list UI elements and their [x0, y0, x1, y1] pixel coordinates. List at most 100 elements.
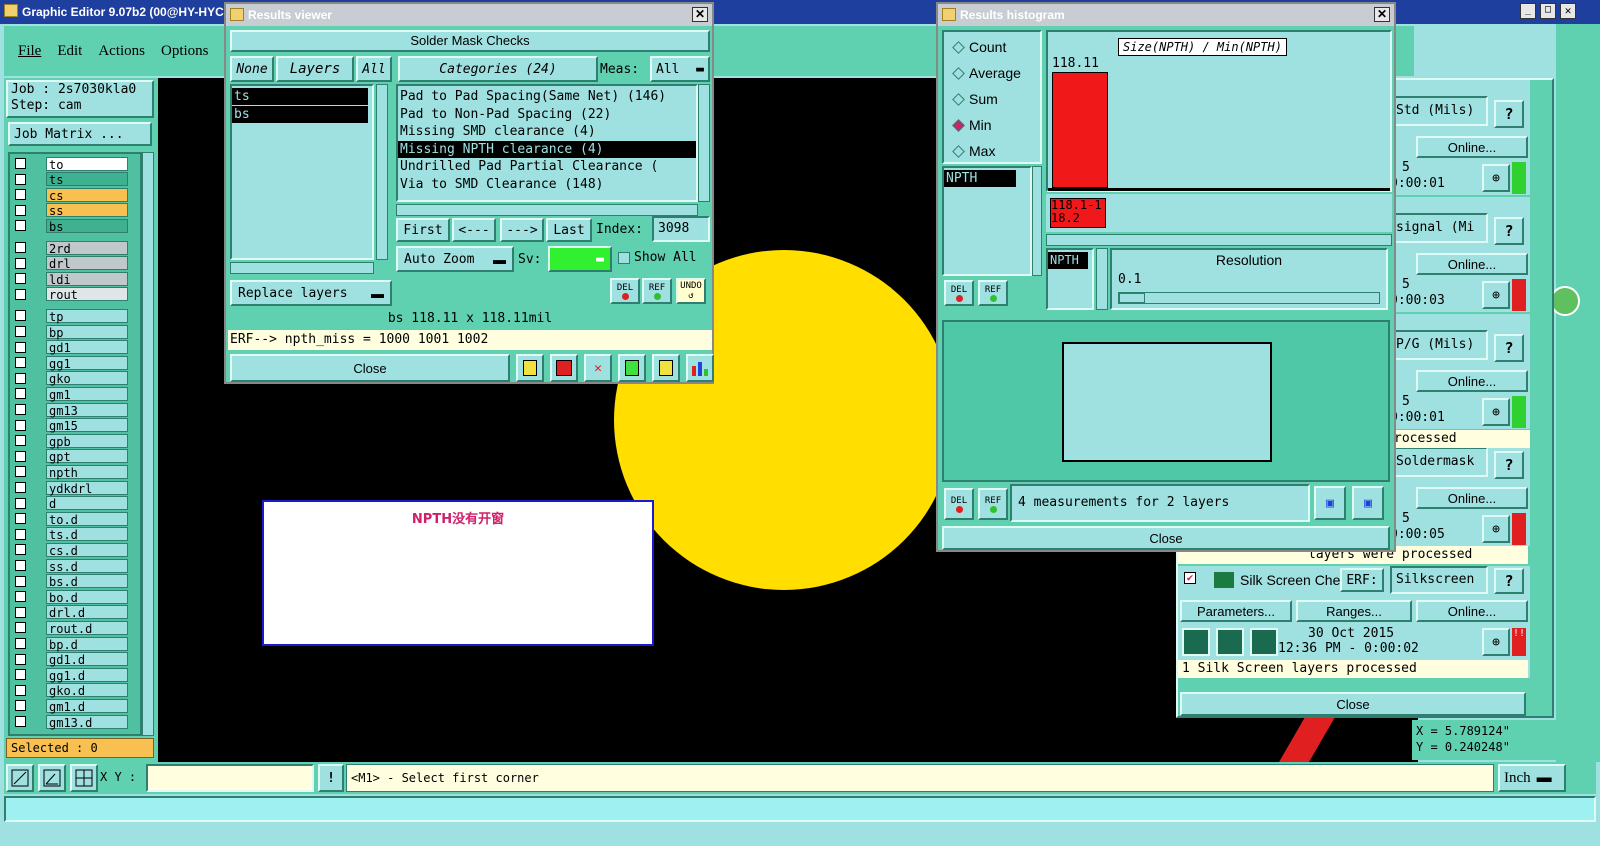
layer-row[interactable]: gpt [12, 449, 128, 464]
silk-parameters-button[interactable]: Parameters... [1180, 600, 1292, 622]
layer-checkbox[interactable] [15, 435, 26, 447]
layer-row[interactable]: cs.d [12, 542, 128, 558]
layer-checkbox[interactable] [15, 560, 26, 571]
category-item[interactable]: Pad to Non-Pad Spacing (22) [398, 106, 696, 123]
index-input[interactable]: 3098 [652, 216, 710, 242]
next-button[interactable]: ---> [500, 218, 544, 242]
xy-input[interactable] [146, 764, 314, 792]
meas-dropdown[interactable]: All ▬ [650, 56, 710, 82]
check-erf-value[interactable]: Std (Mils) [1390, 96, 1488, 126]
histogram-icon[interactable] [686, 354, 714, 382]
layer-row[interactable]: rout [12, 287, 128, 302]
check-help-button[interactable]: ? [1494, 217, 1524, 245]
layer-row[interactable]: to [12, 156, 128, 172]
categories-listbox[interactable]: Pad to Pad Spacing(Same Net) (146) Pad to… [396, 84, 698, 202]
layer-row[interactable]: gko [12, 371, 128, 386]
silk-help-button[interactable]: ? [1494, 568, 1524, 594]
layer-checkbox[interactable] [15, 173, 26, 185]
layer-row[interactable]: gg1.d [12, 667, 128, 683]
check-online-button[interactable]: Online... [1416, 370, 1528, 392]
layer-checkbox[interactable] [15, 273, 26, 285]
histogram-layer-list[interactable]: NPTH [942, 166, 1032, 276]
layers-scrollbar[interactable] [376, 84, 388, 260]
layer-row[interactable]: ydkdrl [12, 480, 128, 496]
del-button[interactable]: DEL [610, 278, 640, 304]
layer-row[interactable]: ss [12, 203, 128, 218]
alert-button[interactable]: ! [318, 764, 344, 792]
layer-row[interactable]: drl [12, 256, 128, 271]
layer-checkbox[interactable] [15, 513, 26, 525]
layer-checkbox[interactable] [15, 622, 26, 634]
layer-checkbox[interactable] [15, 310, 26, 322]
layer-checkbox[interactable] [15, 189, 26, 201]
layer-item-ts[interactable]: ts [232, 88, 368, 105]
layer-row[interactable]: cs [12, 187, 128, 203]
layer-checkbox[interactable] [15, 544, 26, 556]
silk-ranges-button[interactable]: Ranges... [1296, 600, 1412, 622]
show-all-checkbox[interactable] [618, 252, 630, 264]
silk-erf-button[interactable]: ERF: [1340, 568, 1384, 592]
category-item[interactable]: Via to SMD Clearance (148) [398, 176, 696, 193]
histogram-export-button-2[interactable]: ▣ [1352, 486, 1384, 520]
layer-row[interactable]: to.d [12, 511, 128, 527]
layer-row[interactable]: ldi [12, 271, 128, 287]
layer-checkbox[interactable] [15, 669, 26, 681]
all-button[interactable]: All [356, 56, 392, 82]
layer-checkbox[interactable] [15, 716, 26, 727]
layers-button[interactable]: Layers [276, 56, 354, 82]
check-erf-value[interactable]: P/G (Mils) [1390, 330, 1488, 360]
layer-row[interactable]: tp [12, 308, 128, 324]
check-online-button[interactable]: Online... [1416, 487, 1528, 509]
prev-button[interactable]: <--- [452, 218, 496, 242]
stat-option-count[interactable]: Count [952, 34, 1040, 60]
auto-zoom-dropdown[interactable]: Auto Zoom ▬ [396, 246, 514, 272]
category-item[interactable]: Undrilled Pad Partial Clearance ( [398, 158, 696, 175]
layer-row[interactable]: drl.d [12, 605, 128, 620]
stat-option-min[interactable]: Min [952, 112, 1040, 138]
maximize-icon[interactable]: □ [1540, 3, 1556, 19]
layer-checkbox[interactable] [15, 326, 26, 337]
histogram-del-button[interactable]: DEL [944, 280, 974, 306]
histogram-side-scrollbar[interactable] [1096, 248, 1108, 310]
menu-edit[interactable]: Edit [57, 43, 82, 60]
layer-checkbox[interactable] [15, 288, 26, 300]
layer-row[interactable]: gpb [12, 433, 128, 449]
layer-checkbox[interactable] [15, 638, 26, 649]
grid-tool-button[interactable] [70, 764, 98, 792]
erf-cancel-icon[interactable]: ✕ [584, 354, 612, 382]
layer-row[interactable]: gm1.d [12, 698, 128, 714]
check-erf-value[interactable]: Soldermask [1390, 447, 1488, 477]
category-item[interactable]: Missing NPTH clearance (4) [398, 140, 696, 158]
histogram-close-button[interactable]: Close [942, 526, 1390, 550]
close-icon[interactable]: ✕ [692, 7, 708, 22]
layer-checkbox[interactable] [15, 204, 26, 216]
layer-list-scrollbar[interactable] [142, 152, 154, 736]
histogram-ref-button[interactable]: REF [978, 280, 1008, 306]
histogram-list-item[interactable]: NPTH [944, 170, 1016, 187]
run-icon-2[interactable] [1216, 628, 1244, 656]
layer-checkbox[interactable] [15, 257, 26, 269]
layer-row[interactable]: d [12, 496, 128, 511]
layers-listbox[interactable]: ts bs [230, 84, 374, 260]
layer-checkbox[interactable] [15, 528, 26, 540]
radio-icon[interactable] [952, 40, 965, 54]
category-item[interactable]: Missing SMD clearance (4) [398, 123, 696, 140]
layer-row[interactable]: gd1 [12, 340, 128, 355]
layer-row[interactable]: npth [12, 464, 128, 480]
radio-icon[interactable] [952, 66, 965, 80]
run-icon-3[interactable] [1250, 628, 1278, 656]
layer-row[interactable]: bs.d [12, 574, 128, 589]
radio-icon[interactable] [952, 92, 965, 106]
silk-zoom-button[interactable]: ⊕ [1482, 628, 1510, 656]
check-zoom-button[interactable]: ⊕ [1482, 164, 1510, 192]
replace-layers-dropdown[interactable]: Replace layers ▬ [230, 280, 392, 306]
image-tool-icon[interactable] [550, 354, 578, 382]
check-help-button[interactable]: ? [1494, 334, 1524, 362]
silk-online-button[interactable]: Online... [1416, 600, 1528, 622]
layer-checkbox[interactable] [15, 653, 26, 665]
preview-del-button[interactable]: DEL [944, 488, 974, 520]
layer-row[interactable]: rout.d [12, 620, 128, 636]
layer-row[interactable]: bp [12, 324, 128, 340]
last-button[interactable]: Last [546, 218, 592, 242]
check-help-button[interactable]: ? [1494, 100, 1524, 128]
